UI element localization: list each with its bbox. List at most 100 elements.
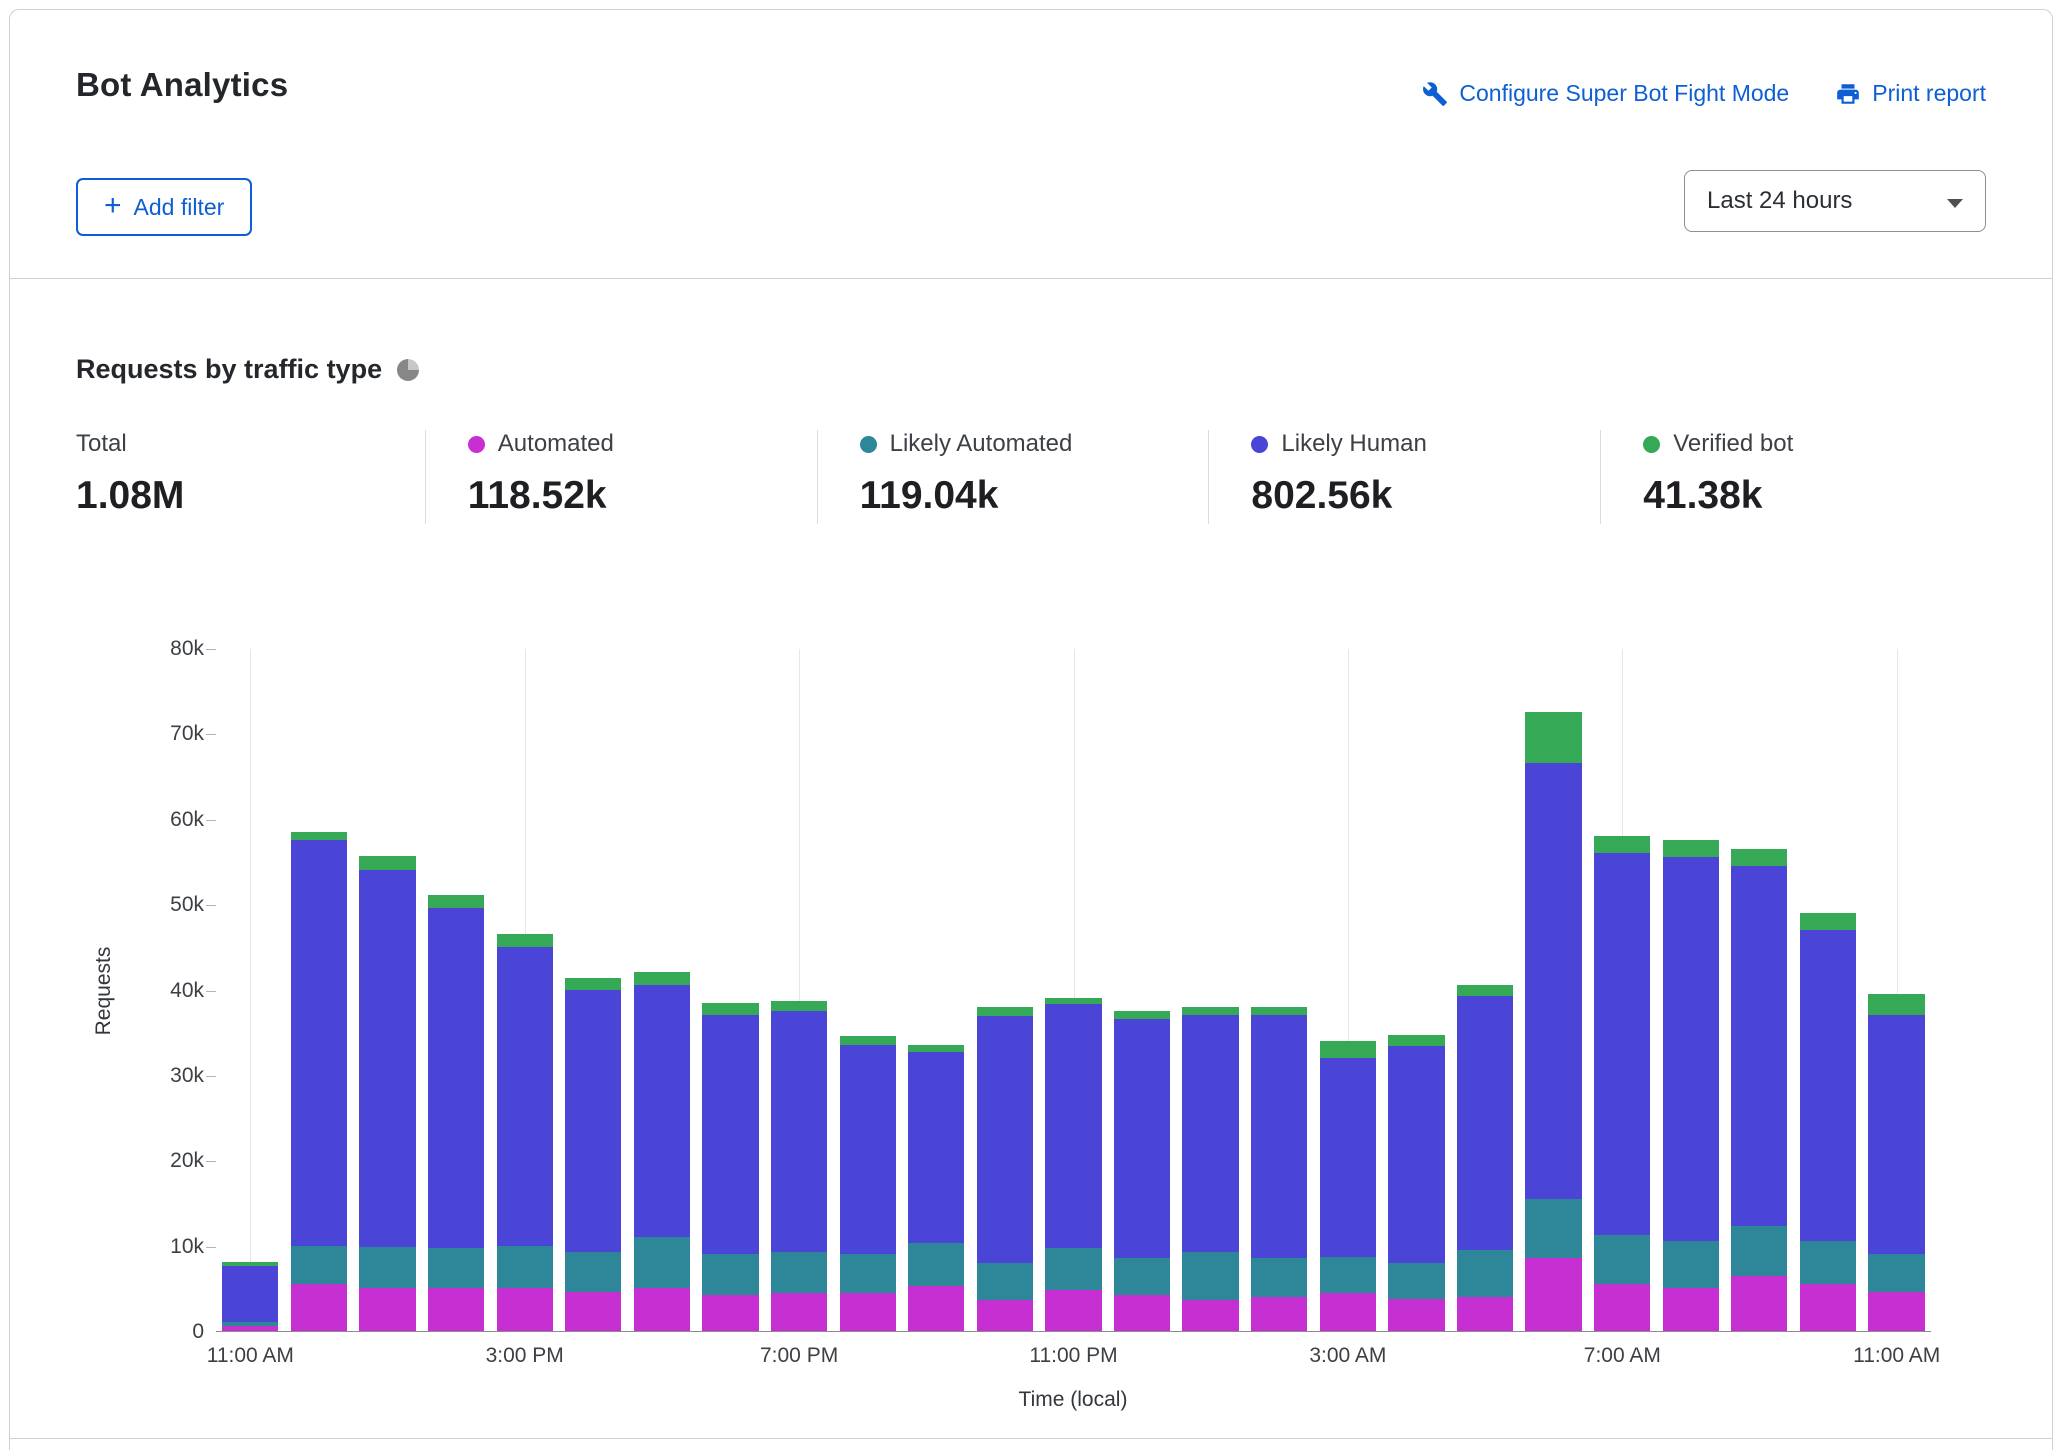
bar-slot xyxy=(765,649,834,1331)
bar-segment-automated xyxy=(1525,1258,1581,1331)
bar-segment-automated xyxy=(840,1293,896,1331)
bar-segment-automated xyxy=(1045,1290,1101,1331)
bar-segment-likely-human xyxy=(1388,1046,1444,1263)
bar-segment-likely-automated xyxy=(977,1263,1033,1301)
bar-segment-verified-bot xyxy=(1251,1007,1307,1016)
header-divider xyxy=(10,278,2052,279)
x-axis-title: Time (local) xyxy=(1019,1388,1128,1412)
y-tick-label: 70k xyxy=(170,722,204,746)
bar-segment-automated xyxy=(1800,1284,1856,1331)
header-links: Configure Super Bot Fight Mode Print rep… xyxy=(1422,80,1986,107)
bar-slot xyxy=(353,649,422,1331)
bar-segment-likely-automated xyxy=(1457,1250,1513,1297)
y-tick-mark xyxy=(206,1247,216,1248)
bar-segment-likely-human xyxy=(840,1045,896,1254)
bar-segment-likely-human xyxy=(291,840,347,1246)
stacked-bar[interactable] xyxy=(291,832,347,1331)
stacked-bar[interactable] xyxy=(1114,1011,1170,1331)
bar-slot xyxy=(1176,649,1245,1331)
stacked-bar[interactable] xyxy=(840,1036,896,1331)
stacked-bar[interactable] xyxy=(1525,712,1581,1331)
bar-slot xyxy=(559,649,628,1331)
stacked-bar[interactable] xyxy=(565,978,621,1331)
bar-segment-automated xyxy=(359,1288,415,1331)
stacked-bar[interactable] xyxy=(1457,985,1513,1331)
bar-segment-automated xyxy=(428,1288,484,1331)
x-tick-label: 3:00 PM xyxy=(486,1344,564,1368)
bar-segment-likely-human xyxy=(1800,930,1856,1242)
stacked-bar[interactable] xyxy=(1594,836,1650,1331)
stacked-bar[interactable] xyxy=(1663,840,1719,1331)
bar-slot xyxy=(833,649,902,1331)
configure-link-label: Configure Super Bot Fight Mode xyxy=(1459,80,1789,107)
traffic-type-stats: Total 1.08M Automated 118.52k Likely Aut… xyxy=(76,430,1992,524)
stacked-bar[interactable] xyxy=(1251,1007,1307,1331)
page-title: Bot Analytics xyxy=(76,66,288,104)
stacked-bar[interactable] xyxy=(1320,1041,1376,1331)
likely-human-legend-dot xyxy=(1251,436,1268,453)
bar-segment-verified-bot xyxy=(702,1003,758,1015)
bar-segment-likely-human xyxy=(1457,996,1513,1250)
bar-segment-likely-automated xyxy=(565,1252,621,1291)
time-range-value: Last 24 hours xyxy=(1707,187,1852,215)
stacked-bar[interactable] xyxy=(977,1007,1033,1331)
stacked-bar[interactable] xyxy=(771,1001,827,1331)
bar-segment-likely-human xyxy=(359,870,415,1247)
stacked-bar[interactable] xyxy=(428,895,484,1331)
x-tick-label: 11:00 PM xyxy=(1029,1344,1117,1368)
bot-analytics-card: Bot Analytics Configure Super Bot Fight … xyxy=(9,9,2053,1450)
bar-segment-verified-bot xyxy=(428,895,484,909)
stat-likely-human-value: 802.56k xyxy=(1251,474,1600,518)
bar-segment-likely-automated xyxy=(428,1248,484,1288)
bar-slot xyxy=(1245,649,1314,1331)
bar-segment-likely-human xyxy=(1663,857,1719,1241)
bar-segment-likely-human xyxy=(908,1052,964,1243)
stacked-bar[interactable] xyxy=(1388,1035,1444,1331)
bar-segment-verified-bot xyxy=(1800,913,1856,930)
bar-segment-likely-human xyxy=(702,1015,758,1254)
time-range-select[interactable]: Last 24 hours xyxy=(1684,170,1986,232)
stacked-bar[interactable] xyxy=(359,856,415,1332)
stacked-bar[interactable] xyxy=(1800,913,1856,1331)
stacked-bar[interactable] xyxy=(1731,849,1787,1331)
bar-segment-automated xyxy=(497,1288,553,1331)
bar-segment-likely-automated xyxy=(291,1246,347,1284)
bar-segment-verified-bot xyxy=(1594,836,1650,853)
bar-segment-verified-bot xyxy=(977,1007,1033,1016)
stacked-bar[interactable] xyxy=(1868,994,1924,1331)
bar-segment-likely-human xyxy=(1182,1015,1238,1252)
bar-segment-automated xyxy=(771,1293,827,1331)
configure-super-bot-fight-mode-link[interactable]: Configure Super Bot Fight Mode xyxy=(1422,80,1789,107)
stacked-bar[interactable] xyxy=(1045,998,1101,1331)
bar-segment-likely-automated xyxy=(497,1246,553,1289)
stat-likely-human: Likely Human 802.56k xyxy=(1208,430,1600,524)
y-tick-label: 20k xyxy=(170,1149,204,1173)
stat-likely-automated-label: Likely Automated xyxy=(890,430,1073,458)
stacked-bar[interactable] xyxy=(1182,1007,1238,1331)
x-axis: 11:00 AM3:00 PM7:00 PM11:00 PM3:00 AM7:0… xyxy=(216,1344,1931,1376)
bar-segment-automated xyxy=(1457,1297,1513,1331)
bar-segment-verified-bot xyxy=(565,978,621,990)
likely-automated-legend-dot xyxy=(860,436,877,453)
bar-slot xyxy=(971,649,1040,1331)
bar-segment-likely-automated xyxy=(1182,1252,1238,1300)
bar-segment-likely-automated xyxy=(1800,1241,1856,1284)
bar-segment-likely-human xyxy=(428,908,484,1248)
stacked-bar[interactable] xyxy=(497,934,553,1331)
bar-slot xyxy=(1588,649,1657,1331)
y-tick-mark xyxy=(206,734,216,735)
section-title-label: Requests by traffic type xyxy=(76,354,382,385)
add-filter-button[interactable]: + Add filter xyxy=(76,178,252,236)
stacked-bar[interactable] xyxy=(702,1003,758,1331)
bar-segment-likely-automated xyxy=(1320,1257,1376,1294)
stat-verified-bot-label: Verified bot xyxy=(1673,430,1793,458)
stacked-bar[interactable] xyxy=(634,972,690,1331)
bar-slot xyxy=(696,649,765,1331)
stacked-bar[interactable] xyxy=(222,1262,278,1331)
bar-slot xyxy=(490,649,559,1331)
bar-segment-verified-bot xyxy=(840,1036,896,1045)
print-report-link[interactable]: Print report xyxy=(1835,80,1986,107)
bar-segment-likely-automated xyxy=(1388,1263,1444,1300)
pie-chart-icon xyxy=(397,359,419,381)
stacked-bar[interactable] xyxy=(908,1045,964,1331)
